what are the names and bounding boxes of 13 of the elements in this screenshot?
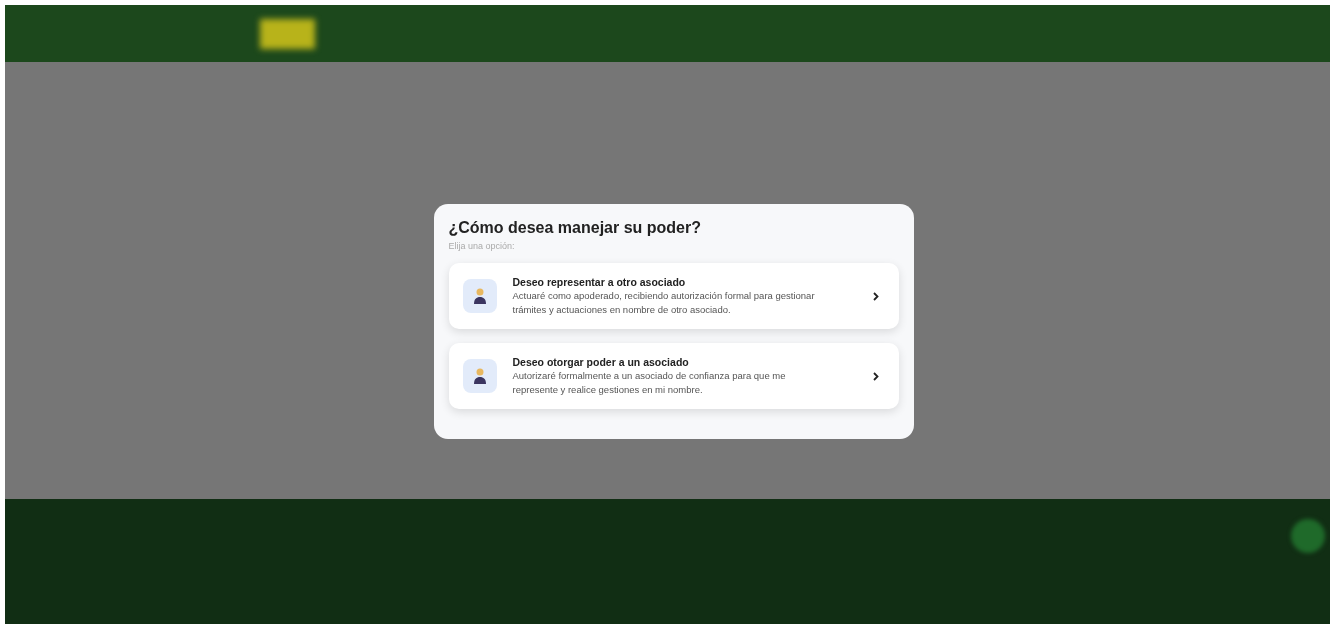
option-description: Autorizaré formalmente a un asociado de confianza para que me represente y realice gestiones en mi nombre. <box>512 369 787 396</box>
option-card[interactable]: Deseo representar a otro asociado Actuaré como apoderado, recibiendo autorización formal para gestionar trámites y actuaciones en nombre de otro asociado. <box>448 263 899 329</box>
logo-block <box>260 18 315 49</box>
modal-subtitle: Elija una opción: <box>448 241 516 251</box>
option-title: Deseo otorgar poder a un asociado <box>512 356 690 369</box>
option-card[interactable]: Deseo otorgar poder a un asociado Autorizaré formalmente a un asociado de confianza para que me represente y realice gestiones en mi nombre. <box>448 343 899 409</box>
option-title: Deseo representar a otro asociado <box>512 276 687 289</box>
modal-title: ¿Cómo desea manejar su poder? <box>448 219 702 237</box>
person-icon <box>462 279 497 313</box>
chevron-icon <box>872 371 879 381</box>
option-description: Actuaré como apoderado, recibiendo autorización formal para gestionar trámites y actuaciones en nombre de otro asociado. <box>512 289 816 316</box>
chevron-icon <box>872 291 879 301</box>
person-icon <box>462 359 497 393</box>
